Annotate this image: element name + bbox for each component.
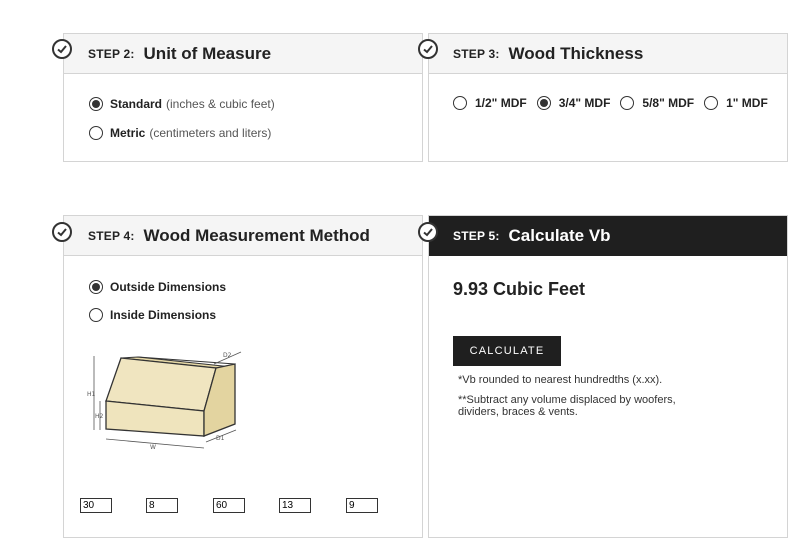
option-detail: (inches & cubic feet) [166,97,275,111]
step2-label: STEP 2: [88,46,135,61]
step4-check-icon [52,222,72,242]
dimension-input-3[interactable] [213,498,245,513]
d1-label: D1 [216,435,225,442]
method-option-outside[interactable]: Outside Dimensions [89,280,226,294]
d2-label: D2 [223,352,232,359]
displacement-note: **Subtract any volume displaced by woofe… [458,394,676,418]
radio-half-mdf[interactable] [453,96,467,110]
step3-header: STEP 3: Wood Thickness [429,34,787,74]
rounding-note: *Vb rounded to nearest hundredths (x.xx)… [458,374,663,386]
step4-title: Wood Measurement Method [143,225,370,245]
step5-label: STEP 5: [453,228,500,243]
radio-standard[interactable] [89,97,103,111]
step4-header: STEP 4: Wood Measurement Method [64,216,422,256]
option-label: Metric [110,126,146,140]
step3-panel: STEP 3: Wood Thickness 1/2" MDF 3/4" MDF… [428,33,788,162]
thickness-option-three-quarter[interactable]: 3/4" MDF [536,96,611,110]
option-label: Inside Dimensions [110,308,217,322]
thickness-options: 1/2" MDF 3/4" MDF 5/8" MDF 1" MDF [453,96,778,110]
step4-label: STEP 4: [88,228,135,243]
option-label: 1/2" MDF [475,96,527,110]
volume-result: 9.93 Cubic Feet [453,279,586,299]
step5-panel: STEP 5: Calculate Vb 9.93 Cubic Feet CAL… [428,215,788,538]
step5-title: Calculate Vb [508,225,611,245]
method-option-inside[interactable]: Inside Dimensions [89,308,216,322]
radio-five-eighths-mdf[interactable] [620,96,635,110]
thickness-option-one-inch[interactable]: 1" MDF [704,96,768,110]
radio-three-quarter-mdf[interactable] [536,96,551,110]
radio-inside[interactable] [89,308,103,322]
step3-check-icon [418,39,438,59]
thickness-option-half[interactable]: 1/2" MDF [453,96,527,110]
step4-panel: STEP 4: Wood Measurement Method Outside … [63,215,423,538]
step5-check-icon [418,222,438,242]
option-label: Outside Dimensions [110,280,227,294]
option-detail: (centimeters and liters) [149,126,272,140]
step2-title: Unit of Measure [143,43,272,63]
dimension-input-2[interactable] [146,498,178,513]
step2-panel: STEP 2: Unit of Measure Standard (inches… [63,33,423,162]
step3-title: Wood Thickness [508,43,644,63]
option-label: 5/8" MDF [642,96,695,110]
radio-one-inch-mdf[interactable] [704,96,719,110]
step3-label: STEP 3: [453,46,500,61]
option-label: 3/4" MDF [558,96,611,110]
unit-option-standard[interactable]: Standard (inches & cubic feet) [89,97,275,111]
dimension-input-5[interactable] [346,498,378,513]
thickness-option-five-eighths[interactable]: 5/8" MDF [620,96,694,110]
w-label: W [150,444,156,451]
calculate-button[interactable]: CALCULATE [453,336,561,366]
radio-outside[interactable] [89,280,103,294]
h2-label: H2 [95,413,104,420]
unit-option-metric[interactable]: Metric (centimeters and liters) [89,126,271,140]
h1-label: H1 [87,391,96,398]
step5-header: STEP 5: Calculate Vb [429,216,787,256]
step2-check-icon [52,39,72,59]
option-label: Standard [110,97,163,111]
box-dimensions-diagram: H1 H2 W D1 D2 [87,351,242,451]
step2-header: STEP 2: Unit of Measure [64,34,422,74]
radio-metric[interactable] [89,126,103,140]
dimension-input-4[interactable] [279,498,311,513]
option-label: 1" MDF [726,96,768,110]
dimension-input-1[interactable] [80,498,112,513]
